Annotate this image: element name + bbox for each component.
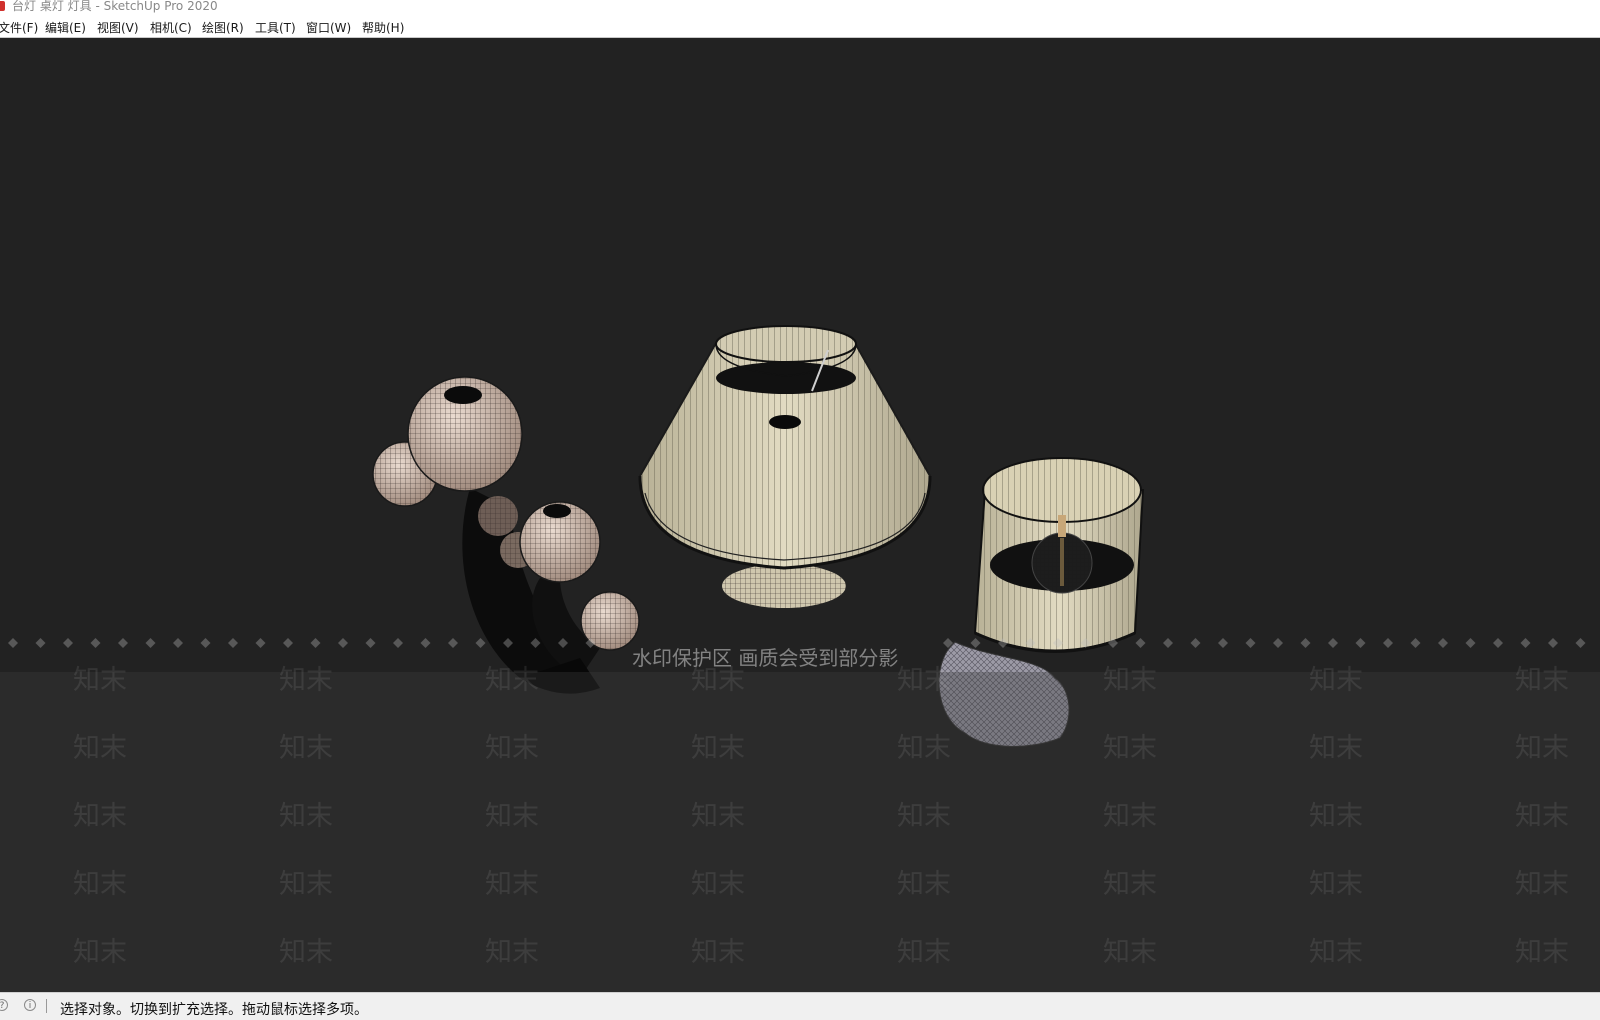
watermark-diamond xyxy=(338,638,348,648)
watermark-diamond xyxy=(283,638,293,648)
watermark-diamond xyxy=(1438,638,1448,648)
menu-help[interactable]: 帮助(H) xyxy=(362,19,404,36)
watermark-diamond xyxy=(118,638,128,648)
watermark-diamond xyxy=(1273,638,1283,648)
watermark-diamond xyxy=(1575,638,1586,648)
watermark-diamond-row xyxy=(8,638,1586,648)
watermark-diamond xyxy=(35,638,46,648)
model-viewport[interactable]: 水印保护区 画质会受到部分影 知末 知末 知末 知末 知末 知末 知末 知末 知末 知末 知末 知末知… xyxy=(0,38,1600,992)
menu-bar: 文件(F) 编辑(E) 视图(V) 相机(C) 绘图(R) 工具(T) 窗口(W… xyxy=(0,14,1600,38)
watermark-diamond xyxy=(1163,638,1173,648)
watermark-diamond xyxy=(420,638,431,648)
watermark-diamond xyxy=(1190,638,1201,648)
window-title: 台灯 桌灯 灯具 - SketchUp Pro 2020 xyxy=(12,0,218,13)
watermark-diamond xyxy=(200,638,211,648)
menu-edit[interactable]: 编辑(E) xyxy=(45,19,86,36)
watermark-diamond xyxy=(63,638,73,648)
watermark-diamond xyxy=(1218,638,1228,648)
status-message: 选择对象。切换到扩充选择。拖动鼠标选择多项。 xyxy=(60,1002,368,1018)
menu-tools[interactable]: 工具(T) xyxy=(255,19,296,36)
watermark-diamond xyxy=(310,638,321,648)
watermark-diamond xyxy=(448,638,458,648)
menu-draw[interactable]: 绘图(R) xyxy=(202,19,244,36)
globe-lamp-model[interactable] xyxy=(372,376,640,694)
watermark-diamond xyxy=(228,638,238,648)
watermark-diamond xyxy=(1135,638,1146,648)
watermark-diamond xyxy=(970,638,981,648)
watermark-diamond xyxy=(365,638,376,648)
help-icon[interactable]: ? xyxy=(0,999,8,1011)
watermark-diamond xyxy=(1245,638,1256,648)
watermark-diamond xyxy=(393,638,403,648)
sketchup-app-icon xyxy=(0,1,5,11)
watermark-diamond xyxy=(8,638,18,648)
watermark-diamond xyxy=(1465,638,1476,648)
status-bar: ? i 选择对象。切换到扩充选择。拖动鼠标选择多项。 xyxy=(0,992,1600,1020)
watermark-diamond xyxy=(255,638,266,648)
watermark-diamond xyxy=(173,638,183,648)
info-icon[interactable]: i xyxy=(24,999,36,1011)
watermark-diamond xyxy=(1383,638,1393,648)
watermark-diamond xyxy=(90,638,101,648)
status-divider xyxy=(46,999,47,1013)
watermark-diamond xyxy=(1493,638,1503,648)
scene-canvas xyxy=(8,325,1586,747)
watermark-diamond xyxy=(1300,638,1311,648)
watermark-diamond xyxy=(475,638,486,648)
menu-camera[interactable]: 相机(C) xyxy=(150,19,192,36)
menu-file[interactable]: 文件(F) xyxy=(0,19,38,36)
drum-shade-lamp-model[interactable] xyxy=(938,457,1145,747)
title-bar: 台灯 桌灯 灯具 - SketchUp Pro 2020 xyxy=(0,0,1600,14)
watermark-diamond xyxy=(1548,638,1558,648)
menu-window[interactable]: 窗口(W) xyxy=(306,19,351,36)
menu-view[interactable]: 视图(V) xyxy=(97,19,139,36)
watermark-diamond xyxy=(1355,638,1366,648)
cone-shade-lamp-model[interactable] xyxy=(638,325,932,608)
watermark-diamond xyxy=(145,638,156,648)
watermark-diamond xyxy=(1520,638,1531,648)
watermark-diamond xyxy=(1328,638,1338,648)
watermark-diamond xyxy=(1410,638,1421,648)
